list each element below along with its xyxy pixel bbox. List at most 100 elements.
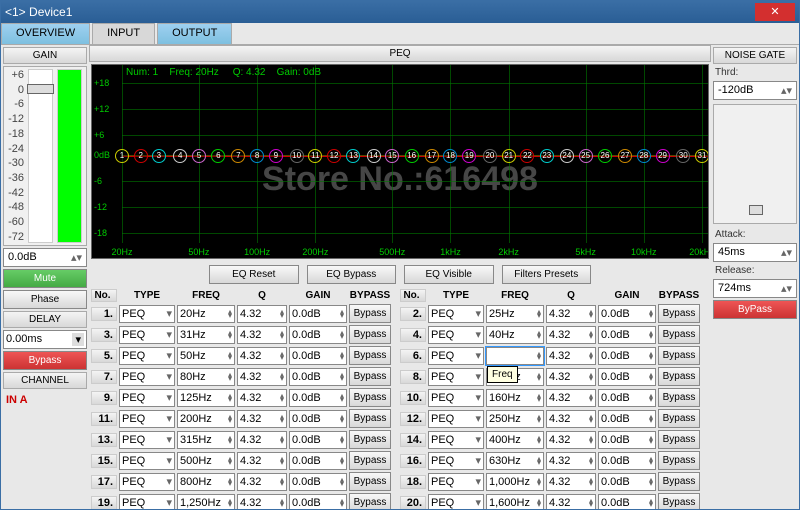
spinner-icon[interactable]: ▴▾ xyxy=(340,499,344,507)
chevron-down-icon[interactable]: ▾ xyxy=(475,412,481,425)
eq-node-5[interactable]: 5 xyxy=(192,149,206,163)
tab-overview[interactable]: OVERVIEW xyxy=(1,23,90,44)
type-select[interactable]: PEQ▾ xyxy=(428,452,484,470)
row-bypass-button[interactable]: Bypass xyxy=(658,346,700,365)
spinner-icon[interactable]: ▴▾ xyxy=(537,415,541,423)
chevron-down-icon[interactable]: ▾ xyxy=(166,496,172,509)
chevron-down-icon[interactable]: ▾ xyxy=(166,328,172,341)
spinner-icon[interactable]: ▴▾ xyxy=(589,436,593,444)
spinner-icon[interactable]: ▴▾ xyxy=(537,478,541,486)
spinner-icon[interactable]: ▴▾ xyxy=(340,310,344,318)
ng-thumb[interactable] xyxy=(749,205,763,215)
eq-node-14[interactable]: 14 xyxy=(367,149,381,163)
gain-value[interactable]: 0.0dB▴▾ xyxy=(3,248,87,267)
freq-input[interactable]: 1,000Hz▴▾ xyxy=(486,473,544,491)
q-input[interactable]: 4.32▴▾ xyxy=(237,431,287,449)
eq-node-11[interactable]: 11 xyxy=(308,149,322,163)
eq-node-1[interactable]: 1 xyxy=(115,149,129,163)
chevron-down-icon[interactable]: ▾ xyxy=(166,412,172,425)
spinner-icon[interactable]: ▴▾ xyxy=(589,394,593,402)
gain-input[interactable]: 0.0dB▴▾ xyxy=(289,452,347,470)
eq-node-25[interactable]: 25 xyxy=(579,149,593,163)
type-select[interactable]: PEQ▾ xyxy=(428,431,484,449)
eq-node-28[interactable]: 28 xyxy=(637,149,651,163)
eq-visible-button[interactable]: EQ Visible xyxy=(404,265,494,284)
chevron-down-icon[interactable]: ▾ xyxy=(166,454,172,467)
spinner-icon[interactable]: ▴▾ xyxy=(649,478,653,486)
spinner-icon[interactable]: ▴▾ xyxy=(280,457,284,465)
chevron-down-icon[interactable]: ▾ xyxy=(475,433,481,446)
freq-input[interactable]: 1,250Hz▴▾ xyxy=(177,494,235,510)
gain-input[interactable]: 0.0dB▴▾ xyxy=(598,473,656,491)
eq-node-17[interactable]: 17 xyxy=(425,149,439,163)
chevron-down-icon[interactable]: ▾ xyxy=(475,496,481,509)
gain-input[interactable]: 0.0dB▴▾ xyxy=(598,452,656,470)
spinner-icon[interactable]: ▴▾ xyxy=(228,352,232,360)
spinner-icon[interactable]: ▴▾ xyxy=(280,331,284,339)
spinner-icon[interactable]: ▴▾ xyxy=(280,394,284,402)
type-select[interactable]: PEQ▾ xyxy=(119,347,175,365)
delay-bypass-button[interactable]: Bypass xyxy=(3,351,87,370)
eq-node-19[interactable]: 19 xyxy=(462,149,476,163)
freq-input[interactable]: 1,600Hz▴▾ xyxy=(486,494,544,510)
row-bypass-button[interactable]: Bypass xyxy=(349,367,391,386)
eq-node-16[interactable]: 16 xyxy=(405,149,419,163)
row-bypass-button[interactable]: Bypass xyxy=(349,346,391,365)
gain-input[interactable]: 0.0dB▴▾ xyxy=(289,473,347,491)
type-select[interactable]: PEQ▾ xyxy=(428,473,484,491)
row-bypass-button[interactable]: Bypass xyxy=(658,304,700,323)
eq-node-23[interactable]: 23 xyxy=(540,149,554,163)
eq-node-12[interactable]: 12 xyxy=(327,149,341,163)
chevron-down-icon[interactable]: ▾ xyxy=(166,307,172,320)
type-select[interactable]: PEQ▾ xyxy=(119,389,175,407)
spinner-icon[interactable]: ▴▾ xyxy=(537,331,541,339)
row-bypass-button[interactable]: Bypass xyxy=(349,451,391,470)
spinner-icon[interactable]: ▴▾ xyxy=(71,251,82,264)
spinner-icon[interactable]: ▴▾ xyxy=(649,310,653,318)
chevron-down-icon[interactable]: ▾ xyxy=(166,370,172,383)
eq-node-10[interactable]: 10 xyxy=(290,149,304,163)
type-select[interactable]: PEQ▾ xyxy=(119,410,175,428)
type-select[interactable]: PEQ▾ xyxy=(428,389,484,407)
q-input[interactable]: 4.32▴▾ xyxy=(546,305,596,323)
spinner-icon[interactable]: ▴▾ xyxy=(228,478,232,486)
spinner-icon[interactable]: ▴▾ xyxy=(340,373,344,381)
titlebar[interactable]: <1> Device1 ✕ xyxy=(1,1,799,23)
q-input[interactable]: 4.32▴▾ xyxy=(237,347,287,365)
spinner-icon[interactable]: ▴▾ xyxy=(228,436,232,444)
close-icon[interactable]: ✕ xyxy=(755,3,795,21)
chevron-down-icon[interactable]: ▾ xyxy=(475,307,481,320)
type-select[interactable]: PEQ▾ xyxy=(119,431,175,449)
spinner-icon[interactable]: ▴▾ xyxy=(537,352,541,360)
phase-button[interactable]: Phase xyxy=(3,290,87,309)
q-input[interactable]: 4.32▴▾ xyxy=(546,473,596,491)
type-select[interactable]: PEQ▾ xyxy=(119,368,175,386)
type-select[interactable]: PEQ▾ xyxy=(119,473,175,491)
gain-input[interactable]: 0.0dB▴▾ xyxy=(598,431,656,449)
q-input[interactable]: 4.32▴▾ xyxy=(546,347,596,365)
spinner-icon[interactable]: ▴▾ xyxy=(589,457,593,465)
eq-node-15[interactable]: 15 xyxy=(385,149,399,163)
spinner-icon[interactable]: ▴▾ xyxy=(280,310,284,318)
spinner-icon[interactable]: ▴▾ xyxy=(340,352,344,360)
eq-node-24[interactable]: 24 xyxy=(560,149,574,163)
eq-bypass-button[interactable]: EQ Bypass xyxy=(307,265,397,284)
tab-input[interactable]: INPUT xyxy=(92,23,155,44)
chevron-down-icon[interactable]: ▾ xyxy=(475,349,481,362)
gain-input[interactable]: 0.0dB▴▾ xyxy=(598,389,656,407)
thrd-value[interactable]: -120dB▴▾ xyxy=(713,81,797,100)
chevron-down-icon[interactable]: ▾ xyxy=(166,391,172,404)
type-select[interactable]: PEQ▾ xyxy=(428,347,484,365)
freq-input[interactable]: 400Hz▴▾ xyxy=(486,431,544,449)
freq-input[interactable]: 20Hz▴▾ xyxy=(177,305,235,323)
gain-input[interactable]: 0.0dB▴▾ xyxy=(289,431,347,449)
filters-presets-button[interactable]: Filters Presets xyxy=(502,265,592,284)
gain-input[interactable]: 0.0dB▴▾ xyxy=(289,494,347,510)
eq-node-4[interactable]: 4 xyxy=(173,149,187,163)
chevron-down-icon[interactable]: ▾ xyxy=(475,475,481,488)
q-input[interactable]: 4.32▴▾ xyxy=(546,410,596,428)
row-bypass-button[interactable]: Bypass xyxy=(658,430,700,449)
row-bypass-button[interactable]: Bypass xyxy=(349,493,391,509)
freq-input[interactable]: 200Hz▴▾ xyxy=(177,410,235,428)
freq-input[interactable]: 800Hz▴▾ xyxy=(177,473,235,491)
